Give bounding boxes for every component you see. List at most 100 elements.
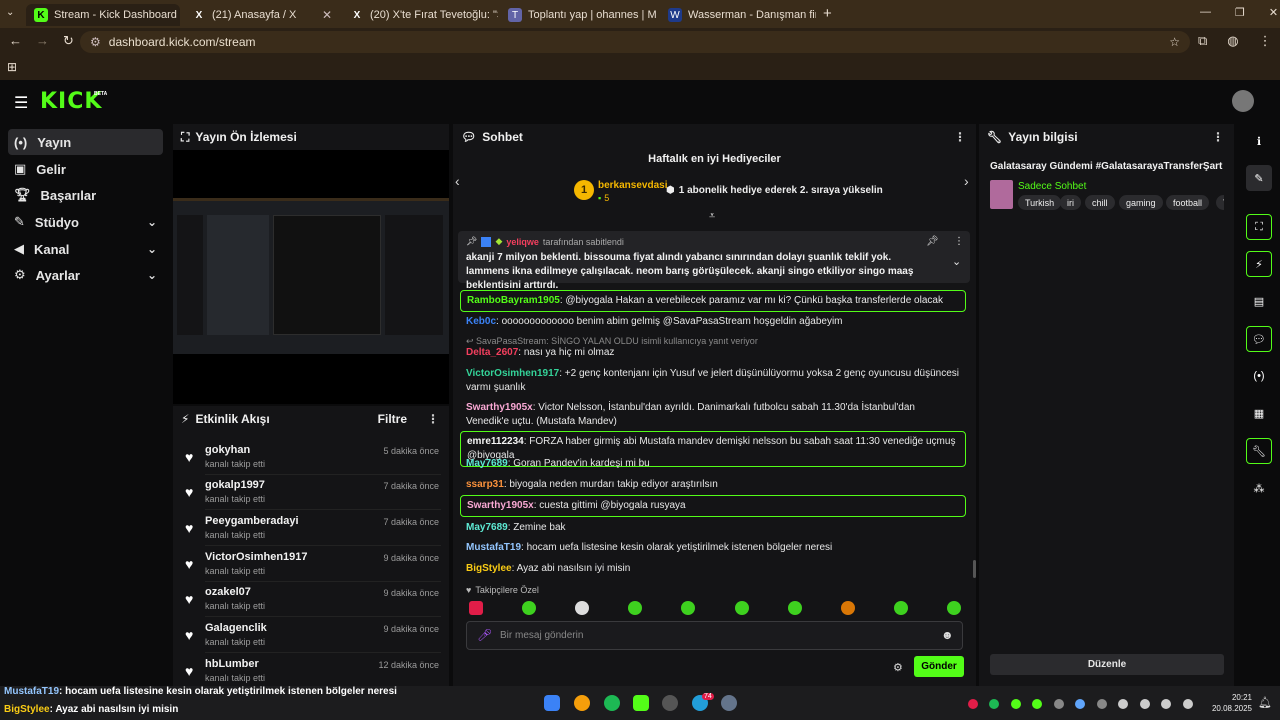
chat-user[interactable]: MustafaT19	[466, 542, 521, 553]
edit-pencil-icon[interactable]: ✎	[1246, 165, 1272, 191]
emote-icon[interactable]	[681, 601, 695, 615]
chat-message[interactable]: Delta_2607: nası ya hiç mi olmaz	[460, 343, 966, 363]
nav-item-studyo[interactable]: ✎ Stüdyo ⌄	[8, 209, 163, 235]
chat-message[interactable]: VictorOsimhen1917: +2 genç kontenjanı iç…	[460, 364, 966, 398]
chat-user[interactable]: Swarthy1905x	[466, 402, 533, 413]
tray-icon[interactable]	[968, 699, 978, 709]
tab-wasserman[interactable]: W Wasserman - Danışman firma - ✕	[660, 4, 816, 26]
tray-icon[interactable]	[1161, 699, 1171, 709]
chat-message[interactable]: May7689: Goran Pandev'in kardeşi mi bu	[460, 454, 966, 474]
tab-search-icon[interactable]: ⌄	[6, 7, 14, 18]
info-icon[interactable]: ℹ	[1246, 128, 1272, 154]
tray-icon[interactable]	[1011, 699, 1021, 709]
layout-icon[interactable]: ▦	[1246, 400, 1272, 426]
chevron-down-icon[interactable]: ⌄	[952, 255, 961, 268]
profile-icon[interactable]: ◍	[1227, 33, 1238, 49]
tray-icon[interactable]	[1032, 699, 1042, 709]
chat-user[interactable]: May7689	[466, 522, 508, 533]
kebab-menu-icon[interactable]: ⋮	[954, 236, 964, 247]
kebab-menu-icon[interactable]: ⋮	[1212, 130, 1224, 144]
kick-app-icon[interactable]	[633, 695, 649, 711]
tray-icon[interactable]	[1054, 699, 1064, 709]
category-thumbnail[interactable]	[990, 180, 1013, 209]
list-item[interactable]: ♥ ozakel07 kanalı takip etti 9 dakika ön…	[175, 582, 447, 617]
send-button[interactable]: Gönder	[914, 656, 964, 677]
close-icon[interactable]: ✕	[322, 8, 332, 22]
chat-user[interactable]: May7689	[466, 458, 508, 469]
chat-user[interactable]: RamboBayram1905	[467, 295, 560, 306]
emote-icon[interactable]	[894, 601, 908, 615]
chat-scrollbar[interactable]	[973, 560, 976, 578]
chat-message[interactable]: Swarthy1905x: cuesta gittimi @biyogala r…	[460, 495, 966, 517]
chat-input[interactable]: 🎤︎ Bir mesaj gönderin ☻	[466, 621, 963, 650]
chat-settings-icon[interactable]: ⚙	[893, 661, 903, 674]
browser-menu-icon[interactable]: ⋮	[1259, 33, 1272, 49]
emote-icon[interactable]	[735, 601, 749, 615]
settings-app-icon[interactable]	[721, 695, 737, 711]
tray-icon[interactable]	[1097, 699, 1107, 709]
connections-icon[interactable]: ⁂	[1246, 475, 1272, 501]
chevron-right-icon[interactable]: ›	[964, 173, 969, 189]
chrome-icon[interactable]	[574, 695, 590, 711]
close-window-icon[interactable]: ✕	[1269, 6, 1278, 19]
emoji-icon[interactable]: ☻	[941, 628, 954, 642]
microphone-icon[interactable]: 🎤︎	[477, 628, 492, 642]
list-item[interactable]: ♥ VictorOsimhen1917 kanalı takip etti 9 …	[175, 547, 447, 582]
emote-icon[interactable]	[469, 601, 483, 615]
tag-chip[interactable]: Turkish	[1018, 195, 1062, 210]
chat-message[interactable]: MustafaT19: hocam uefa listesine kesin o…	[460, 538, 966, 558]
activity-toggle-icon[interactable]: ⚡︎	[1246, 251, 1272, 277]
emote-icon[interactable]	[575, 601, 589, 615]
notes-icon[interactable]: ▤	[1246, 288, 1272, 314]
avatar[interactable]	[1232, 90, 1254, 112]
reload-icon[interactable]: ↻	[63, 33, 74, 49]
restore-icon[interactable]: ❐	[1235, 6, 1245, 19]
chat-user[interactable]: Delta_2607	[466, 347, 518, 358]
back-icon[interactable]: ←	[9, 33, 22, 49]
broadcast-icon[interactable]: (•)	[1246, 363, 1272, 389]
list-item[interactable]: ♥ gokalp1997 kanalı takip etti 7 dakika …	[175, 475, 447, 510]
edit-button[interactable]: Düzenle	[990, 654, 1224, 675]
nav-item-yayin[interactable]: (•) Yayın	[8, 129, 163, 155]
minimize-icon[interactable]: —	[1200, 6, 1211, 19]
list-item[interactable]: ♥ Galagenclik kanalı takip etti 9 dakika…	[175, 618, 447, 653]
chat-message[interactable]: May7689: Zemine bak	[460, 518, 966, 538]
emote-icon[interactable]	[841, 601, 855, 615]
filter-button[interactable]: Filtre	[378, 412, 407, 426]
chat-message[interactable]: RamboBayram1905: @biyogala Hakan a vereb…	[460, 290, 966, 312]
tray-icon[interactable]	[1140, 699, 1150, 709]
preview-toggle-icon[interactable]: ⛶	[1246, 214, 1272, 240]
tag-chip[interactable]: football	[1166, 195, 1210, 210]
chat-message[interactable]: BigStylee: Ayaz abi nasılsın iyi misin	[460, 559, 966, 579]
tag-chip[interactable]: iri	[1060, 195, 1081, 210]
nav-item-ayarlar[interactable]: ⚙ Ayarlar ⌄	[8, 262, 163, 288]
list-item[interactable]: ♥ Peeygamberadayi kanalı takip etti 7 da…	[175, 511, 447, 546]
extensions-icon[interactable]: ⧉	[1198, 33, 1207, 49]
tray-icon[interactable]	[989, 699, 999, 709]
tab-x-post[interactable]: X (20) X'te Fırat Tevetoğlu: "Sohb... ✕	[342, 4, 498, 26]
collapse-icon[interactable]: ⩡	[709, 210, 715, 223]
apps-grid-icon[interactable]: ⊞	[7, 60, 17, 74]
clock[interactable]: 20:21 20.08.2025	[1200, 692, 1252, 714]
new-tab-button[interactable]: +	[823, 5, 832, 22]
chat-message[interactable]: Keb0c: ooooooooooooo benim abim gelmiş @…	[460, 312, 966, 332]
hamburger-menu-icon[interactable]: ☰	[14, 93, 28, 113]
kebab-menu-icon[interactable]: ⋮	[427, 412, 439, 426]
list-item[interactable]: ♥ gokyhan kanalı takip etti 5 dakika önc…	[175, 440, 447, 475]
chevron-left-icon[interactable]: ‹	[455, 173, 460, 189]
top-gifter-name[interactable]: berkansevdasi	[598, 180, 668, 191]
chat-user[interactable]: Swarthy1905x	[467, 500, 534, 511]
chat-user[interactable]: BigStylee	[466, 563, 512, 574]
category-name[interactable]: Sadece Sohbet	[1018, 181, 1086, 192]
chat-user[interactable]: ssarp31	[466, 479, 504, 490]
url-bar[interactable]: ⚙ dashboard.kick.com/stream ☆	[80, 31, 1190, 53]
spotify-icon[interactable]	[604, 695, 620, 711]
chat-message[interactable]: ssarp31: biyogala neden murdarı takip ed…	[460, 475, 966, 495]
tray-icon[interactable]	[1118, 699, 1128, 709]
notification-bell-icon[interactable]: 🔔︎	[1258, 696, 1272, 709]
tray-icon[interactable]	[1183, 699, 1193, 709]
chat-user[interactable]: Keb0c	[466, 316, 496, 327]
tag-chip[interactable]: Tur	[1216, 195, 1224, 210]
wrench-icon[interactable]: 🔧︎	[1246, 438, 1272, 464]
list-item[interactable]: ♥ hbLumber kanalı takip etti 12 dakika ö…	[175, 654, 447, 689]
